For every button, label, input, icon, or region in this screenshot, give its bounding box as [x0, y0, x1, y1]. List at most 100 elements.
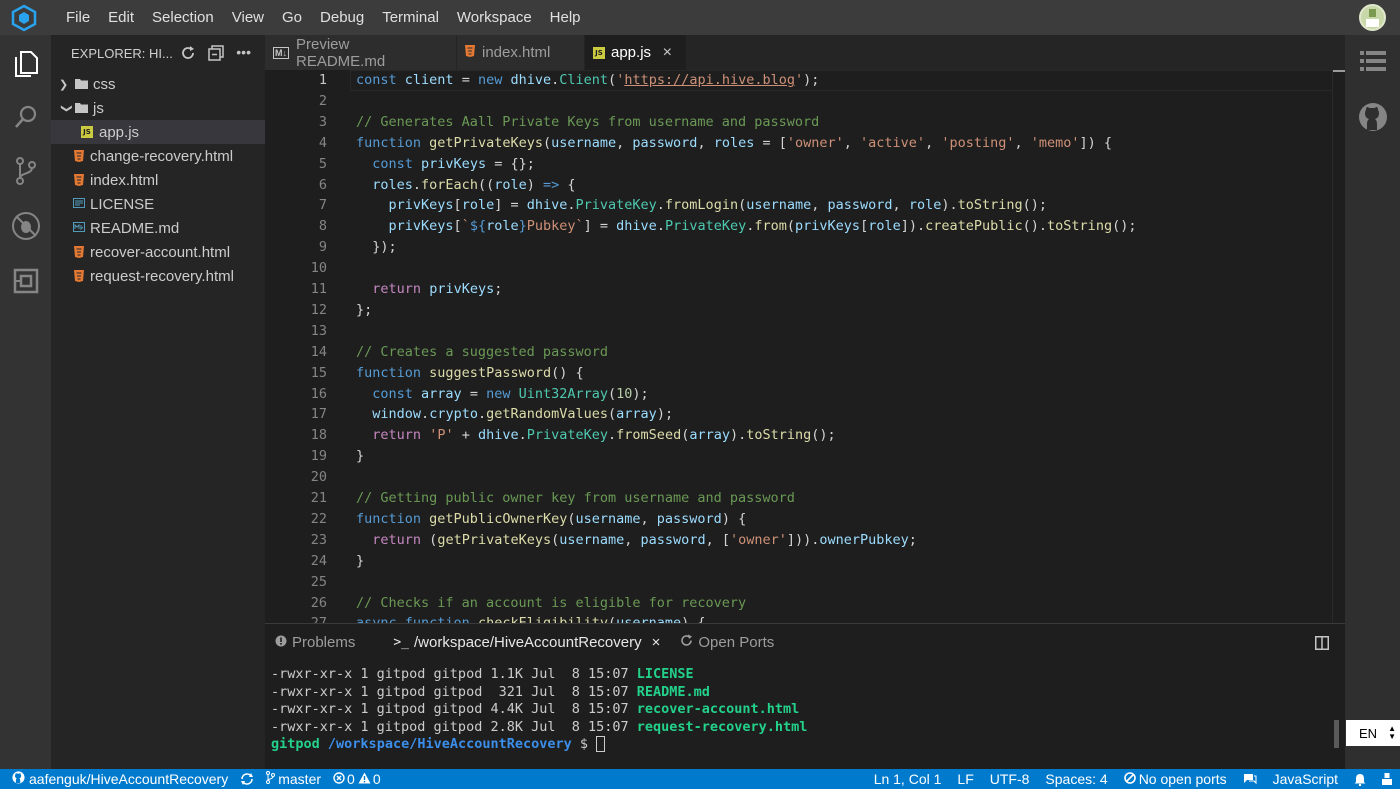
extensions-icon[interactable] [0, 257, 51, 305]
terminal-cursor [596, 736, 606, 752]
status-language[interactable]: JavaScript [1273, 771, 1338, 787]
code-line-24: } [356, 552, 365, 569]
license-file-icon [73, 198, 85, 210]
js-file-icon: JS [81, 126, 93, 138]
file-index-html[interactable]: index.html [51, 168, 265, 192]
terminal-line: -rwxr-xr-x 1 gitpod gitpod 4.4K Jul 8 15… [271, 701, 1335, 719]
file-recover-account[interactable]: recover-account.html [51, 240, 265, 264]
status-ports[interactable]: No open ports [1123, 771, 1227, 787]
tab-open-ports[interactable]: Open Ports [680, 634, 774, 651]
tab-app-js[interactable]: JS app.js × [585, 35, 687, 70]
status-problems[interactable]: 0 0 [333, 771, 381, 787]
file-change-recovery[interactable]: change-recovery.html [51, 144, 265, 168]
status-encoding[interactable]: UTF-8 [990, 771, 1030, 787]
code-line-21: // Getting public owner key from usernam… [356, 490, 795, 506]
problems-icon [275, 634, 287, 651]
input-language-indicator[interactable]: EN ▲ ▼ [1346, 720, 1400, 746]
terminal-file-info: -rwxr-xr-x 1 gitpod gitpod 321 Jul 8 15:… [271, 683, 637, 700]
menu-terminal[interactable]: Terminal [373, 0, 448, 35]
line-number: 7 [318, 197, 327, 214]
split-panel-icon[interactable] [1315, 636, 1329, 655]
repo-name: aafenguk/HiveAccountRecovery [29, 771, 229, 787]
line-number: 14 [310, 343, 327, 360]
code-line-3: // Generates Aall Private Keys from user… [356, 113, 820, 130]
terminal-icon: >_ [393, 635, 410, 650]
code-line-23: return (getPrivateKeys(username, passwor… [372, 531, 917, 548]
line-number: 24 [310, 552, 327, 569]
html-file-icon [465, 45, 475, 60]
search-icon[interactable] [0, 93, 51, 141]
tab-label: index.html [482, 44, 551, 61]
status-branch[interactable]: master [266, 771, 321, 787]
line-number: 1 [318, 72, 327, 88]
menu-debug[interactable]: Debug [311, 0, 373, 35]
menu-go[interactable]: Go [273, 0, 311, 35]
terminal[interactable]: -rwxr-xr-x 1 gitpod gitpod 1.1K Jul 8 15… [265, 661, 1335, 769]
source-control-icon[interactable] [0, 147, 51, 195]
github-icon[interactable] [1347, 93, 1398, 141]
line-number: 16 [310, 385, 327, 402]
explorer-icon[interactable] [0, 40, 51, 88]
warning-icon [358, 771, 371, 787]
menu-edit[interactable]: Edit [99, 0, 143, 35]
feedback-icon[interactable] [1243, 773, 1257, 785]
code-line-18: return 'P' + dhive.PrivateKey.fromSeed(a… [372, 427, 836, 444]
status-indentation[interactable]: Spaces: 4 [1045, 771, 1107, 787]
terminal-file-name: LICENSE [636, 666, 694, 682]
line-number: 26 [310, 594, 327, 611]
tab-index-html[interactable]: index.html [457, 35, 585, 70]
menu-help[interactable]: Help [541, 0, 590, 35]
line-number: 20 [310, 469, 327, 486]
code-line-9: }); [356, 239, 397, 256]
close-terminal-icon[interactable]: × [652, 634, 661, 651]
close-tab-icon[interactable]: × [663, 44, 672, 62]
user-avatar[interactable] [1359, 4, 1386, 31]
tab-problems[interactable]: Problems [275, 634, 355, 651]
folder-css[interactable]: ❯ css [51, 72, 265, 96]
collapse-all-icon[interactable] [208, 45, 225, 64]
menu-workspace[interactable]: Workspace [448, 0, 541, 35]
line-number: 6 [318, 176, 327, 193]
debug-icon[interactable] [0, 202, 51, 250]
terminal-file-name: README.md [636, 683, 710, 700]
more-actions-icon[interactable]: ••• [236, 45, 251, 64]
tab-terminal[interactable]: >_ /workspace/HiveAccountRecovery × [393, 634, 660, 651]
status-position[interactable]: Ln 1, Col 1 [874, 771, 942, 787]
code-line-19: } [356, 448, 365, 465]
line-number: 23 [310, 531, 327, 548]
tab-label: Problems [292, 634, 356, 651]
line-number: 4 [318, 134, 327, 151]
editor-scrollbar[interactable] [1332, 70, 1345, 623]
tab-preview-readme[interactable]: M↓ Preview README.md [265, 35, 457, 70]
file-app-js[interactable]: JS app.js [51, 120, 265, 144]
terminal-file-info: -rwxr-xr-x 1 gitpod gitpod 1.1K Jul 8 15… [271, 666, 637, 682]
sync-icon[interactable] [240, 772, 254, 786]
code-line-5: const privKeys = {}; [372, 155, 535, 172]
gitpod-logo-icon[interactable] [10, 4, 38, 32]
file-readme[interactable]: README.md [51, 216, 265, 240]
menu-file[interactable]: File [57, 0, 99, 35]
code-line-27: async function checkEligibility(username… [356, 613, 706, 623]
folder-js[interactable]: ❯ js [51, 96, 265, 120]
notification-bell-icon[interactable] [1354, 773, 1366, 786]
activity-bar [0, 35, 51, 769]
code-editor[interactable]: 1 2 3 4 5 6 7 8 9 10 11 12 13 14 15 16 17 18 19 20 21 22 23 24 2… [265, 70, 1345, 623]
status-eol[interactable]: LF [957, 771, 973, 787]
file-request-recovery[interactable]: request-recovery.html [51, 264, 265, 288]
status-repo[interactable]: aafenguk/HiveAccountRecovery [12, 771, 228, 787]
list-icon[interactable] [1347, 37, 1398, 85]
file-license[interactable]: LICENSE [51, 192, 265, 216]
github-icon [12, 771, 25, 787]
menu-view[interactable]: View [223, 0, 273, 35]
terminal-scrollbar[interactable] [1334, 720, 1339, 748]
prompt-symbol: $ [579, 736, 589, 752]
code-line-16: const array = new Uint32Array(10); [372, 385, 649, 402]
line-number: 11 [310, 281, 327, 297]
status-user-icon[interactable] [1382, 773, 1392, 785]
html-file-icon [73, 150, 84, 162]
refresh-icon[interactable] [180, 45, 196, 64]
warning-count: 0 [372, 771, 381, 787]
terminal-file-info: -rwxr-xr-x 1 gitpod gitpod 4.4K Jul 8 15… [271, 701, 637, 717]
menu-selection[interactable]: Selection [143, 0, 223, 35]
terminal-file-name: recover-account.html [636, 701, 800, 717]
